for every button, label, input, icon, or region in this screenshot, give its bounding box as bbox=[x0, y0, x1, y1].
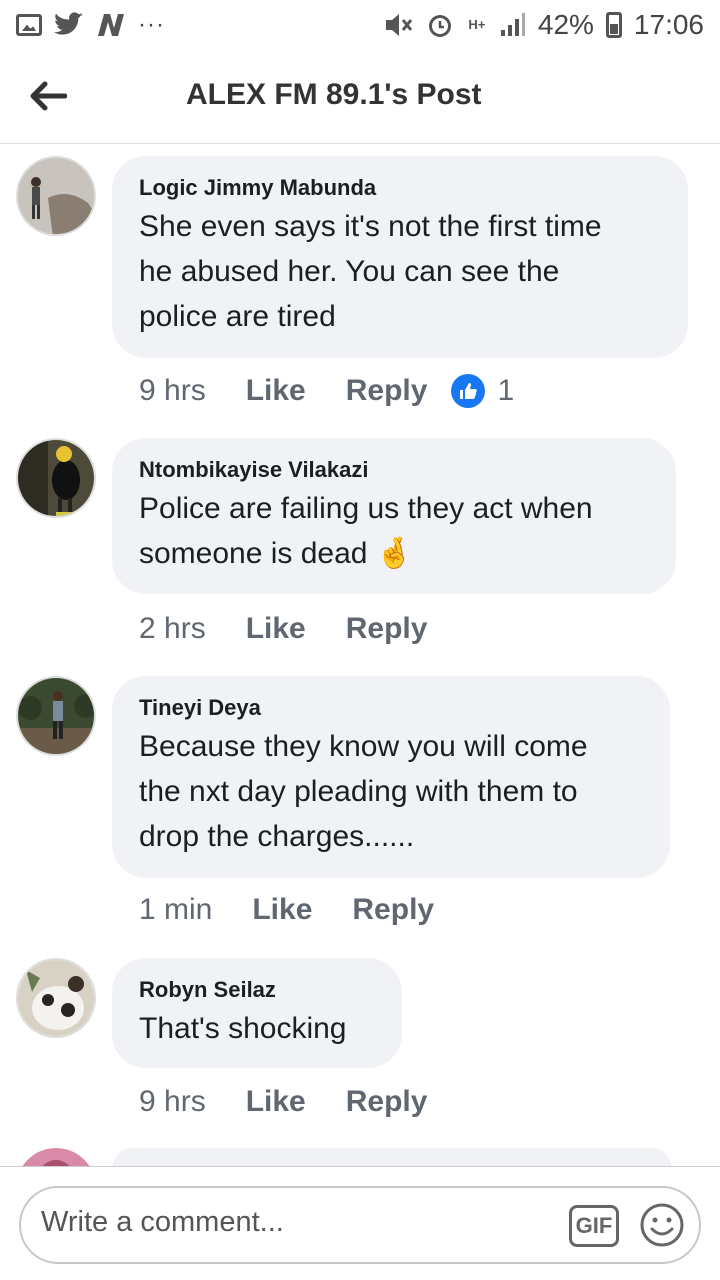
status-bar-left: ··· bbox=[16, 11, 165, 39]
comment-line: That's shocking bbox=[139, 1012, 347, 1045]
comment-line: She even says it's not the first time bbox=[139, 210, 602, 243]
comment-text: Because they know you will come the nxt … bbox=[139, 724, 644, 859]
comment-text: Police are failing us they act when some… bbox=[139, 486, 650, 576]
twitter-icon bbox=[54, 12, 84, 38]
comment-bubble[interactable]: Ntombikayise Vilakazi Police are failing… bbox=[112, 438, 676, 594]
comment-author[interactable]: Ntombikayise Vilakazi bbox=[139, 456, 650, 484]
emoji-button[interactable] bbox=[639, 1202, 685, 1248]
comment-line-text: someone is dead bbox=[139, 537, 368, 570]
comment-author[interactable]: Logic Jimmy Mabunda bbox=[139, 174, 662, 202]
n-icon bbox=[96, 12, 126, 38]
alarm-icon bbox=[426, 11, 454, 39]
comment-line: the nxt day pleading with them to bbox=[139, 775, 578, 808]
comment-author[interactable]: Robyn Seilaz bbox=[139, 976, 376, 1004]
comment-bubble[interactable]: Robyn Seilaz That's shocking bbox=[112, 958, 402, 1068]
status-bar-right: H+ 42% 17:06 bbox=[384, 9, 704, 41]
network-type-icon: H+ bbox=[468, 17, 486, 32]
comment-actions: 9 hrs Like Reply 1 bbox=[139, 374, 514, 408]
comment-composer: GIF bbox=[19, 1186, 701, 1264]
comment-actions: 2 hrs Like Reply bbox=[139, 612, 467, 646]
comment-line: someone is dead 🤞 bbox=[139, 531, 650, 576]
gif-button[interactable]: GIF bbox=[569, 1205, 619, 1247]
reply-button[interactable]: Reply bbox=[346, 374, 428, 408]
like-button[interactable]: Like bbox=[246, 1085, 306, 1119]
comment-bubble[interactable]: Tineyi Deya Because they know you will c… bbox=[112, 676, 670, 878]
reply-button[interactable]: Reply bbox=[346, 612, 428, 646]
thumbs-up-icon bbox=[451, 374, 486, 408]
comment-actions: 9 hrs Like Reply bbox=[139, 1085, 467, 1119]
reply-button[interactable]: Reply bbox=[346, 1085, 428, 1119]
status-bar: ··· H+ 42% 17:06 bbox=[0, 0, 720, 50]
comment-line: Police are failing us they act when bbox=[139, 492, 593, 525]
comment-text: That's shocking bbox=[139, 1006, 376, 1051]
comment-line: police are tired bbox=[139, 300, 336, 333]
smiley-icon bbox=[640, 1203, 684, 1247]
reply-button[interactable]: Reply bbox=[352, 893, 434, 927]
mute-icon bbox=[384, 11, 414, 39]
crossed-fingers-icon: 🤞 bbox=[375, 536, 414, 571]
avatar[interactable] bbox=[16, 958, 96, 1038]
comment-time[interactable]: 9 hrs bbox=[139, 374, 206, 408]
comment-author[interactable]: Tineyi Deya bbox=[139, 694, 644, 722]
comment-bubble[interactable]: Logic Jimmy Mabunda She even says it's n… bbox=[112, 156, 688, 358]
more-icon: ··· bbox=[138, 11, 165, 38]
comment-time[interactable]: 9 hrs bbox=[139, 1085, 206, 1119]
like-button[interactable]: Like bbox=[252, 893, 312, 927]
battery-percent: 42% bbox=[537, 9, 594, 40]
battery-icon bbox=[605, 12, 622, 38]
back-button[interactable] bbox=[28, 76, 68, 116]
page-title: ALEX FM 89.1's Post bbox=[186, 78, 482, 111]
image-icon bbox=[16, 14, 42, 36]
reaction-count: 1 bbox=[497, 374, 515, 407]
post-header: ALEX FM 89.1's Post bbox=[0, 50, 720, 144]
comment-line: he abused her. You can see the bbox=[139, 255, 560, 288]
comment-line: drop the charges...... bbox=[139, 820, 415, 853]
avatar[interactable] bbox=[16, 676, 96, 756]
clock: 17:06 bbox=[633, 9, 704, 40]
comment-text: She even says it's not the first time he… bbox=[139, 204, 662, 339]
back-arrow-icon bbox=[30, 81, 67, 111]
like-button[interactable]: Like bbox=[246, 612, 306, 646]
like-button[interactable]: Like bbox=[246, 374, 306, 408]
comment-time[interactable]: 1 min bbox=[139, 893, 212, 927]
reaction-summary[interactable]: 1 bbox=[451, 374, 514, 408]
comment-actions: 1 min Like Reply bbox=[139, 893, 474, 927]
avatar[interactable] bbox=[16, 438, 96, 518]
signal-icon bbox=[500, 12, 526, 38]
avatar[interactable] bbox=[16, 156, 96, 236]
comment-line: Because they know you will come bbox=[139, 730, 588, 763]
comment-time[interactable]: 2 hrs bbox=[139, 612, 206, 646]
comment-composer-bar: GIF bbox=[0, 1166, 720, 1280]
comment-input[interactable] bbox=[41, 1206, 521, 1239]
